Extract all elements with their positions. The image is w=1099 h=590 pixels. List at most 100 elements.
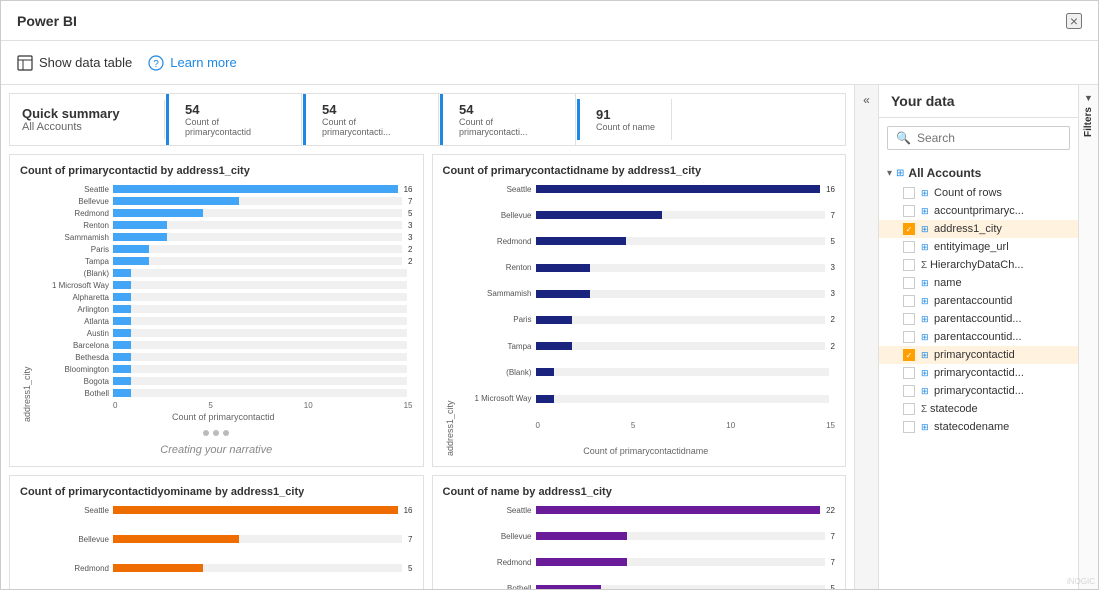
bar-label-0: Seattle xyxy=(34,185,109,194)
bar-label-0: Seattle xyxy=(34,506,109,515)
close-button[interactable]: × xyxy=(1066,13,1082,29)
item-table-icon: ⊞ xyxy=(921,386,931,396)
bar-container-17 xyxy=(113,389,407,397)
item-table-icon: ⊞ xyxy=(921,314,931,324)
sidebar-item-primarycontactid2[interactable]: ⊞ primarycontactid... xyxy=(879,364,1078,382)
item-checkbox-address1_city[interactable]: ✓ xyxy=(903,223,915,235)
item-table-icon: ⊞ xyxy=(921,242,931,252)
item-table-icon: ⊞ xyxy=(921,332,931,342)
sidebar-item-primarycontactid[interactable]: ✓ ⊞ primarycontactid xyxy=(879,346,1078,364)
bar-14 xyxy=(113,353,131,361)
item-label-address1_city: ⊞ address1_city xyxy=(921,223,1070,235)
sidebar-item-statecode[interactable]: Σ statecode xyxy=(879,400,1078,418)
x-axis-chart2: 051015 xyxy=(457,419,836,430)
item-checkbox-accountprimaryc[interactable] xyxy=(903,205,915,217)
bar-5 xyxy=(113,245,149,253)
item-checkbox-primarycontactid2[interactable] xyxy=(903,367,915,379)
chart-inner-chart4: Seattle22Bellevue7Redmond7Bothell5(Blank… xyxy=(457,504,836,589)
bar-row-2: Redmond5 xyxy=(34,207,413,219)
item-label-statecode: Σ statecode xyxy=(921,403,1070,415)
sidebar-item-accountprimaryc[interactable]: ⊞ accountprimaryc... xyxy=(879,202,1078,220)
bar-9 xyxy=(113,293,131,301)
watermark: iNOGIC xyxy=(1067,577,1095,586)
summary-subtitle: All Accounts xyxy=(22,121,152,133)
sidebar-item-count_rows[interactable]: ⊞ Count of rows xyxy=(879,184,1078,202)
bar-row-2: Redmond5 xyxy=(34,562,413,574)
item-checkbox-statecode[interactable] xyxy=(903,403,915,415)
item-checkbox-parentaccountid3[interactable] xyxy=(903,331,915,343)
dashboard: Quick summary All Accounts 54 Count of p… xyxy=(1,85,854,589)
item-label-primarycontactid: ⊞ primarycontactid xyxy=(921,349,1070,361)
x-tick: 15 xyxy=(404,401,413,410)
bar-container-2 xyxy=(113,564,402,572)
item-checkbox-name[interactable] xyxy=(903,277,915,289)
item-checkbox-entityimage_url[interactable] xyxy=(903,241,915,253)
sidebar-title: Your data xyxy=(891,93,955,109)
sidebar-item-parentaccountid[interactable]: ⊞ parentaccountid xyxy=(879,292,1078,310)
bar-value-4: 3 xyxy=(408,233,412,242)
bar-row-1: Bellevue7 xyxy=(457,530,836,542)
narrative-text: Creating your narrative xyxy=(160,444,272,456)
sidebar-item-entityimage_url[interactable]: ⊞ entityimage_url xyxy=(879,238,1078,256)
sidebar-item-address1_city[interactable]: ✓ ⊞ address1_city xyxy=(879,220,1078,238)
sidebar-item-primarycontactid3[interactable]: ⊞ primarycontactid... xyxy=(879,382,1078,400)
item-checkbox-statecodename[interactable] xyxy=(903,421,915,433)
bar-container-2 xyxy=(536,558,825,566)
sidebar-item-name[interactable]: ⊞ name xyxy=(879,274,1078,292)
bar-2 xyxy=(536,558,628,566)
bar-row-1: Bellevue7 xyxy=(457,209,836,221)
bar-6 xyxy=(113,257,149,265)
summary-stat-1: 54 Count of primarycontactid xyxy=(166,94,302,145)
bar-row-10: Arlington xyxy=(34,303,413,315)
bar-row-0: Seattle16 xyxy=(34,183,413,195)
bar-container-0 xyxy=(536,506,821,514)
accounts-header[interactable]: ▾ ⊞ All Accounts xyxy=(879,162,1078,184)
bar-container-1 xyxy=(536,211,825,219)
item-label-accountprimaryc: ⊞ accountprimaryc... xyxy=(921,205,1070,217)
bar-value-1: 7 xyxy=(408,197,412,206)
item-checkbox-count_rows[interactable] xyxy=(903,187,915,199)
bar-container-2 xyxy=(113,209,402,217)
dot-0 xyxy=(203,430,209,436)
learn-more-button[interactable]: ? Learn more xyxy=(148,55,236,71)
show-data-table-button[interactable]: Show data table xyxy=(17,55,132,71)
bar-row-13: Barcelona xyxy=(34,339,413,351)
sidebar-item-parentaccountid2[interactable]: ⊞ parentaccountid... xyxy=(879,310,1078,328)
item-checkbox-hierarchydatach[interactable] xyxy=(903,259,915,271)
bar-value-2: 5 xyxy=(408,209,412,218)
item-label-primarycontactid2: ⊞ primarycontactid... xyxy=(921,367,1070,379)
bar-row-8: 1 Microsoft Way xyxy=(457,393,836,405)
stat-value-4: 91 xyxy=(596,107,655,122)
sigma-icon: Σ xyxy=(921,260,930,271)
bar-row-0: Seattle16 xyxy=(457,183,836,195)
x-tick: 15 xyxy=(826,421,835,430)
bar-value-3: 3 xyxy=(408,221,412,230)
sidebar-item-parentaccountid3[interactable]: ⊞ parentaccountid... xyxy=(879,328,1078,346)
stat-label-3: Count of primarycontacti... xyxy=(459,117,559,137)
item-checkbox-parentaccountid2[interactable] xyxy=(903,313,915,325)
filters-tab[interactable]: ▼ Filters xyxy=(1078,85,1098,589)
bar-container-7 xyxy=(113,269,407,277)
bar-container-1 xyxy=(113,197,402,205)
bar-container-5 xyxy=(536,316,825,324)
sidebar-item-hierarchydatach[interactable]: Σ HierarchyDataCh... xyxy=(879,256,1078,274)
bar-label-13: Barcelona xyxy=(34,341,109,350)
bar-row-1: Bellevue7 xyxy=(34,533,413,545)
dot-2 xyxy=(223,430,229,436)
bar-2 xyxy=(113,564,203,572)
bar-container-12 xyxy=(113,329,407,337)
sidebar: Your data 🔍 ▾ ⊞ All Accounts ⊞ Count of … xyxy=(878,85,1078,589)
filter-funnel-icon: ▼ xyxy=(1084,85,1093,103)
bar-label-2: Redmond xyxy=(34,564,109,573)
sidebar-item-statecodename[interactable]: ⊞ statecodename xyxy=(879,418,1078,436)
item-checkbox-primarycontactid3[interactable] xyxy=(903,385,915,397)
search-container[interactable]: 🔍 xyxy=(887,126,1070,150)
item-label-count_rows: ⊞ Count of rows xyxy=(921,187,1070,199)
bar-container-10 xyxy=(113,305,407,313)
bar-row-2: Redmond7 xyxy=(457,556,836,568)
collapse-button[interactable]: « xyxy=(854,85,878,589)
search-input[interactable] xyxy=(917,131,1061,145)
item-checkbox-primarycontactid[interactable]: ✓ xyxy=(903,349,915,361)
bar-container-16 xyxy=(113,377,407,385)
item-checkbox-parentaccountid[interactable] xyxy=(903,295,915,307)
